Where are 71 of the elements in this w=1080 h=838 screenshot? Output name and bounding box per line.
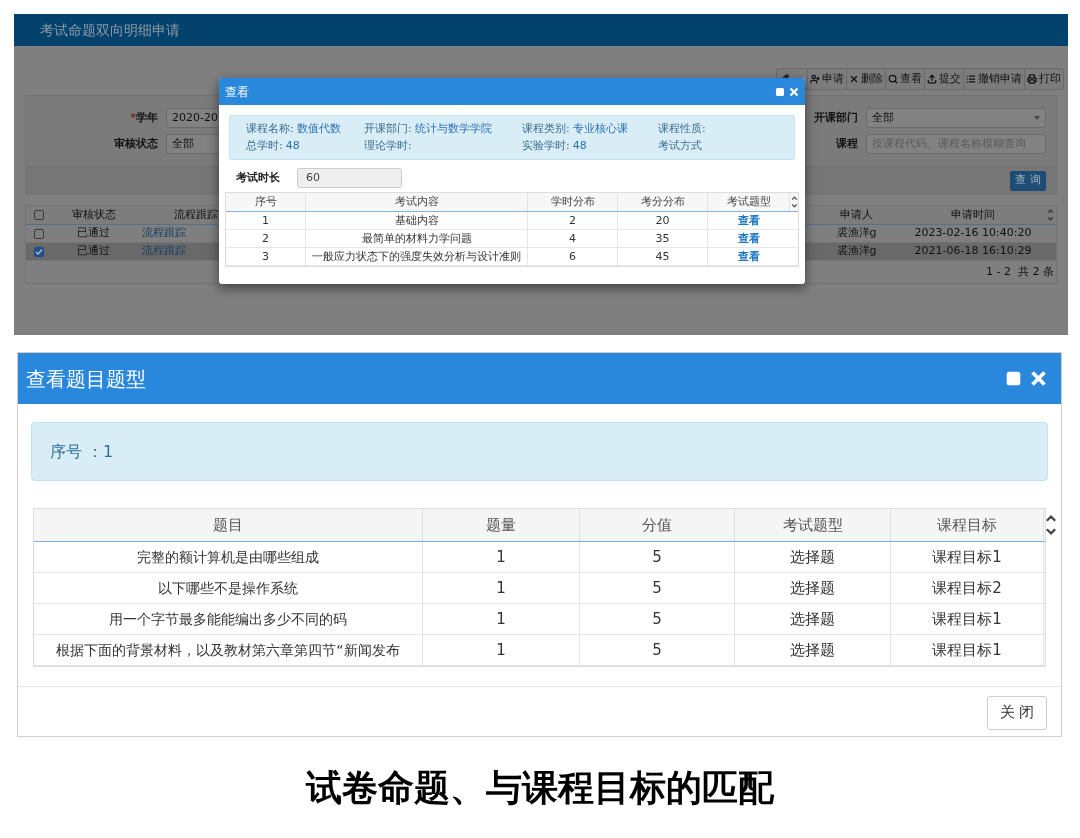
table-cell: 4 — [528, 230, 618, 248]
column-header: 考分分布 — [618, 193, 708, 211]
column-header: 考试内容 — [306, 193, 528, 211]
table-cell-text: 裘渔洋g — [835, 243, 878, 260]
info-text: 课程性质: — [658, 120, 707, 137]
table-cell: 1 — [423, 635, 580, 665]
table-cell: 根据下面的背景材料，以及教材第六章第四节“新闻发布 — [34, 635, 423, 665]
filter-label: 审核状态 — [113, 135, 159, 152]
info-text: 开课部门: 统计与数学学院 — [364, 120, 493, 137]
table-cell: 6 — [528, 248, 618, 266]
table-cell-text: 2021-06-18 16:10:29 — [913, 243, 1033, 260]
column-header: 申请时间 — [950, 206, 996, 223]
column-header: 审核状态 — [70, 206, 117, 223]
column-header: 流程跟踪 — [173, 206, 219, 223]
table-cell: 5 — [580, 573, 735, 603]
filter-label: 开课部门 — [813, 109, 859, 126]
column-header: 学时分布 — [528, 193, 618, 211]
page-title: 考试命题双向明细申请 — [40, 20, 180, 40]
pager-text: 1 - 2 共 2 条 — [986, 263, 1054, 280]
info-text: 考试方式 — [658, 138, 703, 154]
column-header: 申请人 — [839, 206, 874, 223]
table-cell-text: 2023-02-16 10:40:20 — [913, 225, 1033, 242]
column-header: 题目 — [34, 509, 423, 541]
filter-label: 课程 — [835, 135, 859, 152]
column-header: 序号 — [226, 193, 306, 211]
table-cell: 5 — [580, 542, 735, 572]
info-text: 实验学时: 48 — [522, 138, 588, 154]
table-cell: 最简单的材料力学问题 — [306, 230, 528, 248]
filter-label: *学年 — [129, 109, 159, 126]
table-cell: 选择题 — [735, 604, 891, 634]
table-cell-text: 已通过 — [76, 243, 111, 260]
table-cell: 课程目标2 — [891, 573, 1044, 603]
duration-label: 考试时长 — [236, 169, 281, 186]
index-label: 序号 ：1 — [50, 440, 114, 463]
table-cell: 一般应力状态下的强度失效分析与设计准则 — [306, 248, 528, 266]
table-cell: 1 — [226, 212, 306, 230]
info-text: 课程名称: 数值代数 — [246, 120, 342, 137]
table-cell: 3 — [226, 248, 306, 266]
table-cell: 选择题 — [735, 635, 891, 665]
column-header: 题量 — [423, 509, 580, 541]
caption: 试卷命题、与课程目标的匹配 — [306, 766, 774, 810]
dialog-title: 查看题目题型 — [26, 365, 146, 393]
table-cell: 1 — [423, 542, 580, 572]
table-cell: 课程目标1 — [891, 542, 1044, 572]
column-header: 考试题型 — [735, 509, 891, 541]
table-cell: 选择题 — [735, 573, 891, 603]
info-text: 理论学时: — [364, 138, 413, 154]
table-cell: 选择题 — [735, 542, 891, 572]
table-cell: 2 — [528, 212, 618, 230]
info-text: 总学时: 48 — [246, 138, 301, 154]
table-cell: 5 — [580, 604, 735, 634]
table-cell: 2 — [226, 230, 306, 248]
table-cell: 20 — [618, 212, 708, 230]
column-header: 考试题型 — [708, 193, 790, 211]
table-cell: 课程目标1 — [891, 604, 1044, 634]
table-cell: 用一个字节最多能能编出多少不同的码 — [34, 604, 423, 634]
table-cell: 45 — [618, 248, 708, 266]
table-cell: 以下哪些不是操作系统 — [34, 573, 423, 603]
table-cell: 5 — [580, 635, 735, 665]
table-cell: 35 — [618, 230, 708, 248]
table-cell: 完整的额计算机是由哪些组成 — [34, 542, 423, 572]
column-header: 分值 — [580, 509, 735, 541]
column-header: 课程目标 — [891, 509, 1044, 541]
table-cell-text: 裘渔洋g — [835, 225, 878, 242]
dialog-title: 查看 — [225, 83, 249, 101]
table-cell: 1 — [423, 604, 580, 634]
table-cell: 课程目标1 — [891, 635, 1044, 665]
table-cell: 基础内容 — [306, 212, 528, 230]
table-cell: 1 — [423, 573, 580, 603]
info-text: 课程类别: 专业核心课 — [522, 120, 629, 137]
table-cell-text: 已通过 — [76, 225, 111, 242]
